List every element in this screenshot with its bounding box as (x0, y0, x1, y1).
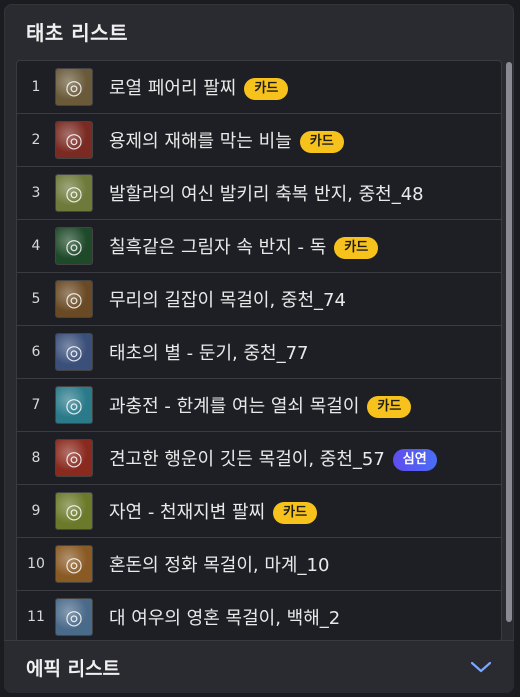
fox-necklace-icon: ◎ (55, 598, 93, 636)
item-list[interactable]: 1 ◎ 로열 페어리 팔찌 카드 2 ◎ 용제의 재해를 막는 비늘 카드 3 ◎ 발할라의 여신 … (16, 60, 502, 642)
card-badge: 카드 (299, 131, 344, 153)
item-name: 견고한 행운이 깃든 목걸이, 중천_57 심연 (109, 445, 437, 471)
luck-necklace-icon: ◎ (55, 439, 93, 477)
item-rank: 3 (31, 185, 41, 201)
item-rank: 9 (31, 503, 41, 519)
item-name-text: 용제의 재해를 막는 비늘 (109, 131, 292, 152)
item-name: 칠흑같은 그림자 속 반지 - 독 카드 (109, 233, 379, 259)
epic-list-header[interactable]: 에픽 리스트 (4, 640, 514, 693)
item-name: 발할라의 여신 발키리 축복 반지, 중천_48 (109, 180, 424, 206)
item-name-text: 견고한 행운이 깃든 목걸이, 중천_57 (109, 449, 385, 470)
item-rank: 6 (31, 344, 41, 360)
list-item[interactable]: 1 ◎ 로열 페어리 팔찌 카드 (17, 61, 501, 114)
epic-list-title: 에픽 리스트 (26, 657, 121, 680)
item-name: 무리의 길잡이 목걸이, 중천_74 (109, 286, 346, 312)
list-item[interactable]: 2 ◎ 용제의 재해를 막는 비늘 카드 (17, 114, 501, 167)
bracelet-icon: ◎ (55, 68, 93, 106)
shadow-ring-icon: ◎ (55, 227, 93, 265)
item-rank: 11 (27, 609, 45, 625)
item-name-text: 발할라의 여신 발키리 축복 반지, 중천_48 (109, 184, 424, 205)
item-rank: 7 (31, 397, 41, 413)
card-badge: 카드 (334, 237, 379, 259)
item-name-text: 칠흑같은 그림자 속 반지 - 독 (109, 237, 327, 258)
list-item[interactable]: 9 ◎ 자연 - 천재지변 팔찌 카드 (17, 485, 501, 538)
item-rank: 10 (27, 556, 45, 572)
card-badge: 카드 (244, 78, 289, 100)
necklace-icon: ◎ (55, 280, 93, 318)
list-item[interactable]: 7 ◎ 과충전 - 한계를 여는 열쇠 목걸이 카드 (17, 379, 501, 432)
item-name-text: 자연 - 천재지변 팔찌 (109, 502, 266, 523)
ring-icon: ◎ (55, 174, 93, 212)
item-name: 과충전 - 한계를 여는 열쇠 목걸이 카드 (109, 392, 412, 418)
item-name-text: 무리의 길잡이 목걸이, 중천_74 (109, 290, 346, 311)
chaos-necklace-icon: ◎ (55, 545, 93, 583)
item-name-text: 혼돈의 정화 목걸이, 마계_10 (109, 555, 330, 576)
scale-bracelet-icon: ◎ (55, 121, 93, 159)
star-mace-icon: ◎ (55, 333, 93, 371)
item-name: 로열 페어리 팔찌 카드 (109, 74, 289, 100)
item-name-text: 태초의 별 - 둔기, 중천_77 (109, 343, 309, 364)
list-item[interactable]: 4 ◎ 칠흑같은 그림자 속 반지 - 독 카드 (17, 220, 501, 273)
list-item[interactable]: 3 ◎ 발할라의 여신 발키리 축복 반지, 중천_48 (17, 167, 501, 220)
item-name: 태초의 별 - 둔기, 중천_77 (109, 339, 309, 365)
card-badge: 카드 (367, 396, 412, 418)
list-item[interactable]: 5 ◎ 무리의 길잡이 목걸이, 중천_74 (17, 273, 501, 326)
item-rank: 5 (31, 291, 41, 307)
item-name-text: 대 여우의 영혼 목걸이, 백해_2 (109, 608, 341, 629)
list-item[interactable]: 10 ◎ 혼돈의 정화 목걸이, 마계_10 (17, 538, 501, 591)
list-panel: 태초 리스트 1 ◎ 로열 페어리 팔찌 카드 2 ◎ 용제의 재해를 막는 비늘 카드 3 ◎ 발… (4, 4, 514, 693)
scrollbar-thumb[interactable] (506, 62, 512, 622)
item-name-text: 과충전 - 한계를 여는 열쇠 목걸이 (109, 396, 360, 417)
card-badge: 카드 (273, 502, 318, 524)
item-rank: 4 (31, 238, 41, 254)
item-name: 자연 - 천재지변 팔찌 카드 (109, 498, 318, 524)
item-name: 용제의 재해를 막는 비늘 카드 (109, 127, 344, 153)
list-item[interactable]: 6 ◎ 태초의 별 - 둔기, 중천_77 (17, 326, 501, 379)
scrollbar-track[interactable] (506, 62, 512, 622)
section-title: 태초 리스트 (26, 20, 128, 45)
nature-bracelet-icon: ◎ (55, 492, 93, 530)
item-rank: 2 (31, 132, 41, 148)
item-rank: 8 (31, 450, 41, 466)
item-rank: 1 (31, 79, 41, 95)
list-item[interactable]: 8 ◎ 견고한 행운이 깃든 목걸이, 중천_57 심연 (17, 432, 501, 485)
key-necklace-icon: ◎ (55, 386, 93, 424)
item-name: 혼돈의 정화 목걸이, 마계_10 (109, 551, 329, 577)
chevron-down-icon[interactable] (470, 660, 492, 674)
list-item[interactable]: 11 ◎ 대 여우의 영혼 목걸이, 백해_2 (17, 591, 501, 641)
item-name-text: 로열 페어리 팔찌 (109, 78, 237, 99)
abyss-badge: 심연 (392, 449, 437, 471)
item-name: 대 여우의 영혼 목걸이, 백해_2 (109, 604, 340, 630)
